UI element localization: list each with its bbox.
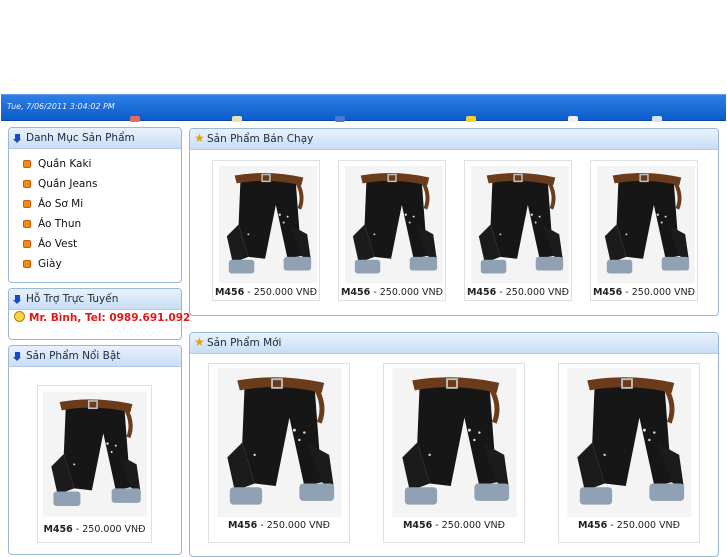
product-card[interactable]: M456 - 250.000 VNĐ [37,385,152,543]
bullet-icon [23,200,31,208]
product-caption[interactable]: M456 - 250.000 VNĐ [339,287,445,298]
category-label[interactable]: Áo Sơ Mi [38,198,83,210]
product-price: - 250.000 VNĐ [260,520,331,531]
category-item[interactable]: Áo Vest [9,235,181,255]
product-image[interactable] [219,165,317,284]
category-label[interactable]: Quần Jeans [38,178,97,190]
decor-icon [568,116,578,122]
category-label[interactable]: Giày [38,258,62,270]
panel-header: Hỗ Trợ Trực Tuyến [9,289,181,310]
product-code[interactable]: M456 [467,287,496,298]
top-bar: Tue, 7/06/2011 3:04:02 PM [1,94,726,121]
product-card[interactable]: M456 - 250.000 VNĐ [590,160,698,301]
category-item[interactable]: Giày [9,255,181,275]
arrow-down-icon [13,134,21,143]
panel-header: Sản Phẩm Nổi Bật [9,346,181,367]
bestsellers-panel: ★ Sản Phẩm Bán Chạy M456 - 250.000 VNĐ M… [189,128,719,316]
arrow-down-icon [13,352,21,361]
product-image[interactable] [345,165,443,284]
star-icon: ★ [194,131,205,145]
panel-header: Danh Mục Sản Phẩm [9,128,181,149]
product-price: - 250.000 VNĐ [435,520,506,531]
category-item[interactable]: Áo Thun [9,215,181,235]
bullet-icon [23,220,31,228]
product-image[interactable] [217,368,342,517]
product-caption[interactable]: M456 - 250.000 VNĐ [38,524,151,535]
product-code[interactable]: M456 [341,287,370,298]
product-caption[interactable]: M456 - 250.000 VNĐ [213,287,319,298]
product-code[interactable]: M456 [593,287,622,298]
support-contact[interactable]: Mr. Bình, Tel: 0989.691.092 [14,311,190,324]
product-price: - 250.000 VNĐ [610,520,681,531]
decor-icon [232,116,242,122]
category-item[interactable]: Quần Jeans [9,175,181,195]
product-image[interactable] [597,165,695,284]
product-caption[interactable]: M456 - 250.000 VNĐ [591,287,697,298]
decor-icon [130,116,140,122]
panel-header: ★ Sản Phẩm Mới [190,333,718,354]
panel-title: Sản Phẩm Bán Chạy [207,133,314,145]
product-caption[interactable]: M456 - 250.000 VNĐ [209,520,349,531]
current-date: Tue, 7/06/2011 3:04:02 PM [7,102,115,111]
support-panel: Hỗ Trợ Trực Tuyến Mr. Bình, Tel: 0989.69… [8,288,190,340]
product-card[interactable]: M456 - 250.000 VNĐ [212,160,320,301]
arrow-down-icon [13,295,21,304]
chat-status-icon[interactable] [14,311,25,322]
decor-icon [652,116,662,122]
product-code[interactable]: M456 [43,524,72,535]
product-image[interactable] [471,165,569,284]
product-caption[interactable]: M456 - 250.000 VNĐ [559,520,699,531]
panel-header: ★ Sản Phẩm Bán Chạy [190,129,718,150]
product-card[interactable]: M456 - 250.000 VNĐ [558,363,700,543]
bullet-icon [23,260,31,268]
category-label[interactable]: Quần Kaki [38,158,91,170]
product-price: - 250.000 VNĐ [625,287,696,298]
product-caption[interactable]: M456 - 250.000 VNĐ [465,287,571,298]
product-code[interactable]: M456 [215,287,244,298]
decor-icon [335,116,345,122]
product-price: - 250.000 VNĐ [247,287,318,298]
product-image[interactable] [392,368,517,517]
decor-icon [466,116,476,122]
product-image[interactable] [43,390,147,518]
category-item[interactable]: Quần Kaki [9,155,181,175]
product-image[interactable] [567,368,692,517]
star-icon: ★ [194,335,205,349]
new-products-panel: ★ Sản Phẩm Mới M456 - 250.000 VNĐ M456 -… [189,332,719,557]
bullet-icon [23,160,31,168]
category-list: Quần Kaki Quần Jeans Áo Sơ Mi Áo Thun Áo… [9,149,181,275]
category-label[interactable]: Áo Thun [38,218,81,230]
category-panel: Danh Mục Sản Phẩm Quần Kaki Quần Jeans Á… [8,127,182,283]
product-code[interactable]: M456 [228,520,257,531]
product-card[interactable]: M456 - 250.000 VNĐ [338,160,446,301]
support-contact-text[interactable]: Mr. Bình, Tel: 0989.691.092 [29,312,190,324]
panel-title: Sản Phẩm Mới [207,337,282,349]
product-price: - 250.000 VNĐ [499,287,570,298]
product-code[interactable]: M456 [578,520,607,531]
bullet-icon [23,240,31,248]
product-code[interactable]: M456 [403,520,432,531]
panel-title: Sản Phẩm Nổi Bật [26,350,121,362]
featured-panel: Sản Phẩm Nổi Bật M456 - 250.000 VNĐ [8,345,182,555]
panel-title: Danh Mục Sản Phẩm [26,132,135,144]
product-card[interactable]: M456 - 250.000 VNĐ [464,160,572,301]
product-price: - 250.000 VNĐ [373,287,444,298]
product-card[interactable]: M456 - 250.000 VNĐ [208,363,350,543]
category-label[interactable]: Áo Vest [38,238,77,250]
product-caption[interactable]: M456 - 250.000 VNĐ [384,520,524,531]
product-card[interactable]: M456 - 250.000 VNĐ [383,363,525,543]
bullet-icon [23,180,31,188]
product-price: - 250.000 VNĐ [75,524,146,535]
panel-title: Hỗ Trợ Trực Tuyến [26,293,119,305]
category-item[interactable]: Áo Sơ Mi [9,195,181,215]
